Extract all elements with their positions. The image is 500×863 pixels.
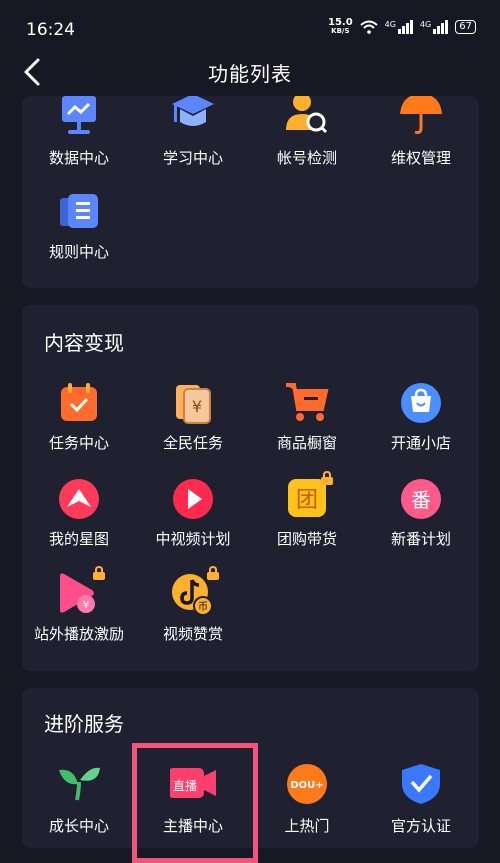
battery-icon: 67 — [455, 20, 476, 34]
play-video-icon — [170, 477, 216, 523]
lock-icon — [93, 566, 105, 580]
item-task-center[interactable]: 任务中心 — [22, 381, 136, 453]
graduation-cap-icon — [170, 96, 216, 142]
item-label: 团购带货 — [276, 530, 337, 548]
item-product-showcase[interactable]: 商品橱窗 — [250, 381, 364, 453]
item-label: 中视频计划 — [155, 530, 231, 548]
item-label: 我的星图 — [48, 530, 109, 548]
shopping-cart-icon — [284, 381, 330, 427]
item-label: 视频赞赏 — [162, 625, 223, 643]
item-label: 维权管理 — [390, 149, 451, 167]
item-label: 新番计划 — [390, 530, 451, 548]
signal-2: 4G — [419, 20, 449, 34]
item-label: 开通小店 — [390, 434, 451, 452]
tiktok-coin-icon: 币 — [170, 566, 219, 618]
lock-icon — [207, 566, 219, 580]
lock-icon — [321, 471, 333, 485]
item-group-buy[interactable]: 团 团购带货 — [250, 471, 364, 549]
svg-text:¥: ¥ — [192, 397, 202, 416]
monetize-card: 内容变现 任务中心 ¥ 全民任务 商品橱窗 开通小店 我的星图 中视频计划 团 … — [22, 305, 479, 671]
item-label: 商品橱窗 — [276, 434, 337, 452]
data-chart-icon — [56, 96, 102, 142]
status-icons: 15.0 KB/S 4G 4G 67 — [328, 18, 476, 36]
item-all-tasks[interactable]: ¥ 全民任务 — [136, 381, 250, 453]
item-data-center[interactable]: 数据中心 — [22, 96, 136, 168]
page-title: 功能列表 — [208, 62, 292, 86]
svg-text:币: 币 — [198, 601, 208, 613]
item-label: 规则中心 — [48, 243, 109, 261]
item-account-check[interactable]: 帐号检测 — [250, 96, 364, 168]
item-label: 全民任务 — [162, 434, 223, 452]
anime-plan-icon: 番 — [398, 477, 444, 523]
item-open-shop[interactable]: 开通小店 — [364, 381, 478, 453]
item-label: 成长中心 — [48, 817, 109, 835]
svg-text:团: 团 — [296, 488, 318, 513]
item-mid-video-plan[interactable]: 中视频计划 — [136, 477, 250, 549]
item-growth-center[interactable]: 成长中心 — [22, 764, 136, 836]
section-title: 进阶服务 — [44, 712, 124, 736]
nav-bar: 功能列表 — [0, 48, 500, 96]
signal-1-label: 4G — [384, 20, 396, 29]
item-go-trending[interactable]: DOU+ 上热门 — [250, 764, 364, 836]
status-time: 16:24 — [26, 20, 75, 40]
item-offsite-play[interactable]: ¥ 站外播放激励 — [22, 566, 136, 644]
section-title: 内容变现 — [44, 331, 124, 355]
shop-bag-icon — [398, 381, 444, 427]
user-search-icon — [284, 96, 330, 142]
item-label: 上热门 — [284, 817, 330, 835]
offsite-play-icon: ¥ — [56, 566, 105, 618]
highlight-frame — [132, 743, 258, 863]
umbrella-icon — [398, 96, 444, 142]
item-video-tips[interactable]: 币 视频赞赏 — [136, 566, 250, 644]
svg-text:番: 番 — [411, 488, 431, 512]
group-buy-icon: 团 — [284, 471, 333, 523]
status-bar: 16:24 15.0 KB/S 4G 4G 67 — [0, 0, 500, 48]
yuan-card-icon: ¥ — [170, 381, 216, 427]
dou-plus-icon: DOU+ — [284, 764, 330, 810]
item-my-star-map[interactable]: 我的星图 — [22, 477, 136, 549]
item-label: 帐号检测 — [276, 149, 337, 167]
item-new-anime-plan[interactable]: 番 新番计划 — [364, 477, 478, 549]
svg-text:¥: ¥ — [83, 600, 89, 611]
task-calendar-icon — [56, 381, 102, 427]
network-speed-unit: KB/S — [331, 27, 350, 35]
item-rights-management[interactable]: 维权管理 — [364, 96, 478, 168]
star-map-icon — [56, 477, 102, 523]
item-label: 学习中心 — [162, 149, 223, 167]
item-label: 数据中心 — [48, 149, 109, 167]
wifi-icon — [360, 20, 378, 34]
rules-doc-icon — [56, 190, 102, 236]
top-tools-card: 数据中心 学习中心 帐号检测 维权管理 规则中心 — [22, 96, 479, 288]
item-rules-center[interactable]: 规则中心 — [22, 190, 136, 262]
item-label: 官方认证 — [390, 817, 451, 835]
verified-shield-icon — [398, 764, 444, 810]
signal-1: 4G — [385, 20, 413, 34]
dou-badge-text: DOU+ — [290, 780, 323, 791]
item-label: 任务中心 — [48, 434, 109, 452]
sprout-icon — [56, 764, 102, 810]
network-speed: 15.0 KB/S — [328, 18, 353, 36]
item-learning-center[interactable]: 学习中心 — [136, 96, 250, 168]
signal-2-label: 4G — [419, 20, 432, 29]
item-official-verification[interactable]: 官方认证 — [364, 764, 478, 836]
item-label: 站外播放激励 — [33, 625, 124, 643]
